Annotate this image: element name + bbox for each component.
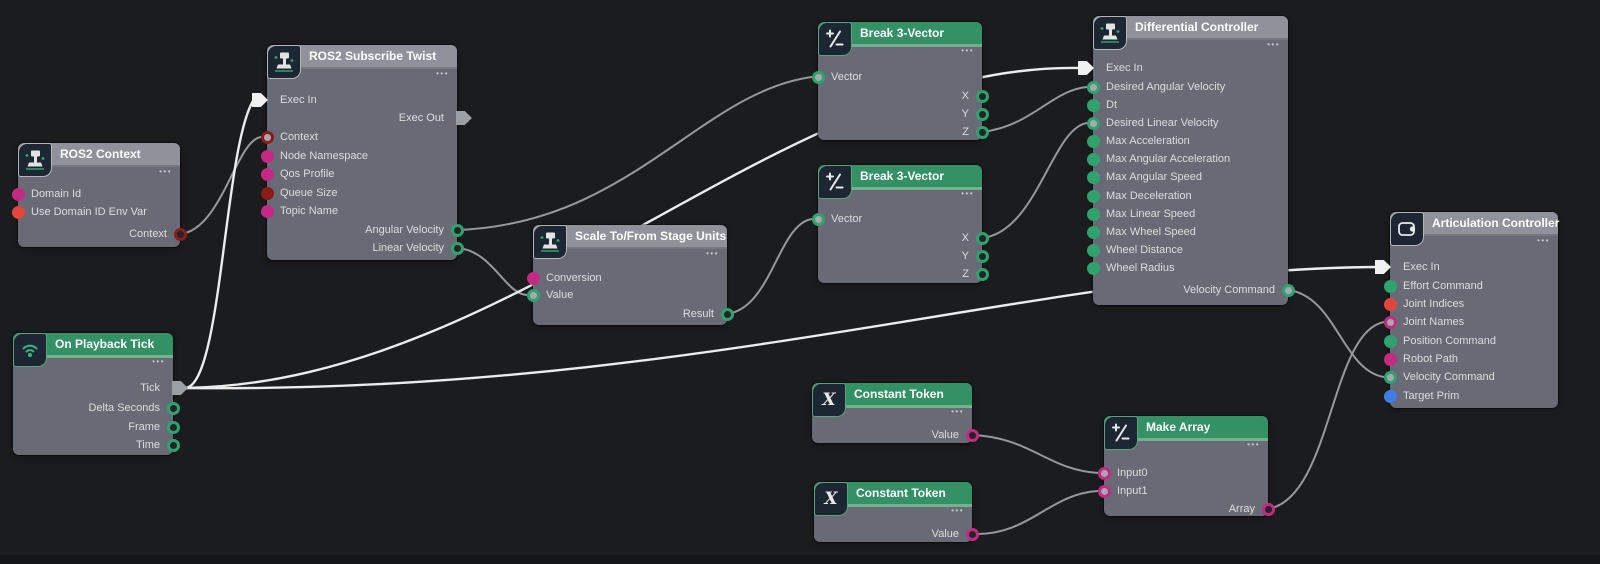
- node-break-3-vector-1[interactable]: Break 3-Vector ••• Vector X Y Z: [811, 22, 989, 140]
- token-x-icon: X: [814, 482, 848, 516]
- controller-icon: [1390, 212, 1424, 246]
- port-max-acceleration[interactable]: [1086, 134, 1100, 148]
- port-node-namespace[interactable]: [260, 149, 274, 163]
- port-velocity-command-in[interactable]: [1383, 370, 1397, 384]
- port-desired-angular-velocity[interactable]: [1086, 80, 1100, 94]
- wire-velocity-command-to-articulation[interactable]: [1287, 289, 1385, 378]
- port-joint-indices[interactable]: [1383, 297, 1397, 311]
- wire-angular-velocity-to-break1-vector[interactable]: [456, 76, 813, 231]
- port-target-prim[interactable]: [1383, 389, 1397, 403]
- node-on-playback-tick[interactable]: On Playback Tick ••• Tick Delta Seconds …: [13, 333, 188, 455]
- node-constant-token-2[interactable]: X Constant Token ••• Value: [814, 482, 979, 542]
- node-menu-button[interactable]: •••: [436, 70, 449, 78]
- node-menu-button[interactable]: •••: [706, 250, 719, 258]
- port-joint-names[interactable]: [1383, 315, 1397, 329]
- port-max-angular-acceleration[interactable]: [1086, 152, 1100, 166]
- math-icon: [818, 22, 852, 56]
- ros2-robot-icon: [533, 225, 567, 259]
- port-delta-seconds-out[interactable]: [166, 401, 180, 415]
- math-icon: [818, 165, 852, 199]
- port-max-angular-speed[interactable]: [1086, 170, 1100, 184]
- ros2-robot-icon: [1093, 16, 1127, 50]
- wire-make-array-to-joint-names[interactable]: [1267, 321, 1385, 510]
- port-conversion[interactable]: [526, 271, 540, 285]
- port-dt[interactable]: [1086, 98, 1100, 112]
- node-ros2-subscribe-twist[interactable]: ROS2 Subscribe Twist ••• Exec In Exec Ou…: [252, 45, 472, 260]
- port-y-out[interactable]: [975, 107, 989, 121]
- broadcast-icon: [13, 333, 47, 367]
- port-result-out[interactable]: [720, 307, 734, 321]
- port-domain-id[interactable]: [11, 187, 25, 201]
- port-wheel-distance[interactable]: [1086, 243, 1100, 257]
- node-articulation-controller[interactable]: Articulation Controller ••• Exec In Effo…: [1375, 212, 1559, 408]
- port-qos-profile[interactable]: [260, 167, 274, 181]
- port-max-linear-speed[interactable]: [1086, 207, 1100, 221]
- node-constant-token-1[interactable]: X Constant Token ••• Value: [812, 383, 979, 443]
- port-x-out[interactable]: [975, 89, 989, 103]
- port-value-out[interactable]: [965, 527, 979, 541]
- port-x-out[interactable]: [975, 231, 989, 245]
- wire-token1-to-input0[interactable]: [971, 434, 1099, 474]
- token-x-icon: X: [812, 383, 846, 417]
- port-value-out[interactable]: [965, 428, 979, 442]
- port-angular-velocity-out[interactable]: [450, 223, 464, 237]
- port-max-deceleration[interactable]: [1086, 189, 1100, 203]
- port-desired-linear-velocity[interactable]: [1086, 116, 1100, 130]
- port-z-out[interactable]: [975, 267, 989, 281]
- wire-context-to-subscribe-context[interactable]: [179, 136, 262, 235]
- node-break-3-vector-2[interactable]: Break 3-Vector ••• Vector X Y Z: [811, 165, 989, 283]
- port-wheel-radius[interactable]: [1086, 261, 1100, 275]
- node-graph-canvas[interactable]: ROS2 Context ••• Domain Id Use Domain ID…: [0, 0, 1600, 564]
- port-time-out[interactable]: [166, 438, 180, 452]
- node-menu-button[interactable]: •••: [159, 168, 172, 176]
- port-max-wheel-speed[interactable]: [1086, 225, 1100, 239]
- math-icon: [1104, 416, 1138, 450]
- port-queue-size[interactable]: [260, 186, 274, 200]
- port-topic-name[interactable]: [260, 204, 274, 218]
- port-z-out[interactable]: [975, 125, 989, 139]
- port-position-command[interactable]: [1383, 334, 1397, 348]
- port-array-out[interactable]: [1261, 502, 1275, 516]
- node-menu-button[interactable]: •••: [961, 190, 974, 198]
- node-menu-button[interactable]: •••: [152, 358, 165, 366]
- node-differential-controller[interactable]: Differential Controller ••• Exec In Desi…: [1078, 16, 1295, 305]
- wire-break2-x-to-desired-linear-velocity[interactable]: [981, 122, 1088, 239]
- port-use-domain-id-env-var[interactable]: [11, 205, 25, 219]
- port-input1[interactable]: [1097, 484, 1111, 498]
- port-robot-path[interactable]: [1383, 352, 1397, 366]
- wire-tick-to-subscribe-exec-in[interactable]: [185, 100, 255, 390]
- node-menu-button[interactable]: •••: [1247, 441, 1260, 449]
- port-context-in[interactable]: [260, 130, 274, 144]
- wire-break1-z-to-desired-angular-velocity[interactable]: [981, 86, 1088, 133]
- wire-scale-result-to-break2-vector[interactable]: [726, 218, 813, 315]
- port-velocity-command-out[interactable]: [1281, 283, 1295, 297]
- port-effort-command[interactable]: [1383, 279, 1397, 293]
- wire-layer: [179, 66, 1385, 536]
- node-scale-to-from-stage-units[interactable]: Scale To/From Stage Units ••• Conversion…: [526, 225, 734, 325]
- port-vector-in[interactable]: [811, 70, 825, 84]
- port-frame-out[interactable]: [166, 420, 180, 434]
- node-make-array[interactable]: Make Array ••• Input0 Input1 Array: [1097, 416, 1275, 516]
- node-menu-button[interactable]: •••: [951, 507, 964, 515]
- port-linear-velocity-out[interactable]: [450, 241, 464, 255]
- port-input0[interactable]: [1097, 466, 1111, 480]
- node-ros2-context[interactable]: ROS2 Context ••• Domain Id Use Domain ID…: [11, 143, 187, 247]
- node-menu-button[interactable]: •••: [1537, 237, 1550, 245]
- ros2-robot-icon: [267, 45, 301, 79]
- wire-linear-velocity-to-scale-value[interactable]: [456, 247, 528, 296]
- port-vector-in[interactable]: [811, 212, 825, 226]
- canvas-bottom-edge: [0, 555, 1600, 564]
- port-y-out[interactable]: [975, 249, 989, 263]
- node-menu-button[interactable]: •••: [951, 408, 964, 416]
- port-value-in[interactable]: [526, 288, 540, 302]
- node-menu-button[interactable]: •••: [1267, 41, 1280, 49]
- port-context-out[interactable]: [173, 227, 187, 241]
- node-menu-button[interactable]: •••: [961, 47, 974, 55]
- ros2-robot-icon: [18, 143, 52, 177]
- wire-token2-to-input1[interactable]: [971, 490, 1099, 536]
